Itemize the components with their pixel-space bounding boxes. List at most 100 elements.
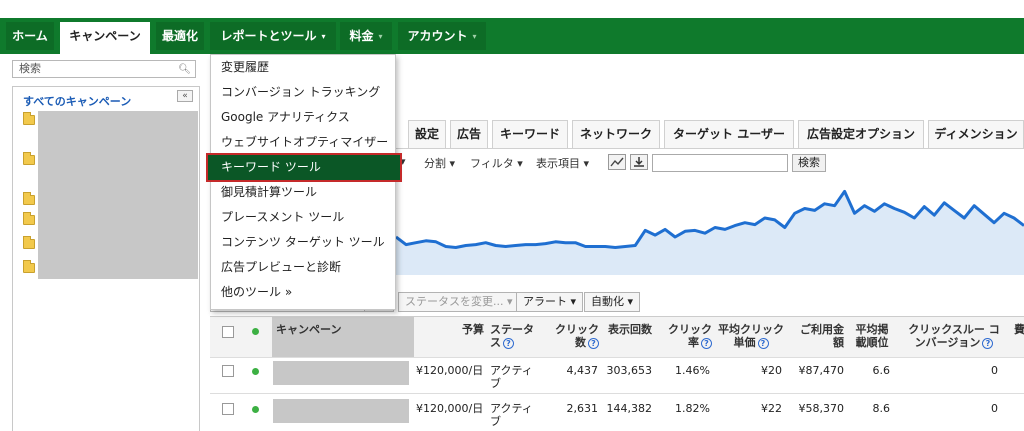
campaign-header[interactable]: キャンペーン [276, 317, 341, 357]
tab-ad-options[interactable]: 広告設定オプション [798, 120, 924, 148]
tab-settings[interactable]: 設定 [408, 120, 446, 148]
status-header-l2: ス [490, 336, 501, 349]
chevron-down-icon[interactable]: ▾ [400, 155, 406, 168]
status-header[interactable]: ステータス? [490, 317, 534, 357]
all-campaigns-link[interactable]: すべてのキャンペーン [23, 93, 131, 109]
cost-header-l2: 額 [833, 336, 844, 349]
nav-tab-home-label: ホーム [12, 29, 48, 43]
menu-item-placement-tool[interactable]: プレースメント ツール [211, 205, 395, 230]
folder-icon [23, 260, 35, 273]
status-change-button[interactable]: ステータスを変更... ▾ [398, 292, 520, 312]
nav-tab-billing-label: 料金 [349, 29, 374, 43]
pos-header-l2: 載順位 [855, 336, 889, 349]
campaign-tree-panel: すべてのキャンペーン « [12, 86, 200, 431]
row-checkbox[interactable] [222, 403, 234, 415]
campaign-search-placeholder: 検索 [19, 62, 41, 75]
cpc-cell: ¥22 [761, 402, 782, 415]
tab-network[interactable]: ネットワーク [572, 120, 660, 148]
impressions-cell: 144,382 [606, 402, 653, 415]
nav-tab-billing[interactable]: 料金 ▾ [340, 22, 392, 50]
cost-header[interactable]: ご利用金額 [796, 317, 844, 357]
clicks-cell: 2,631 [566, 402, 599, 415]
automate-button[interactable]: 自動化 ▾ [584, 292, 641, 312]
budget-cell: ¥120,000/日 [416, 402, 484, 415]
segment-menu[interactable]: 分割 ▾ [424, 155, 455, 171]
nav-tab-account[interactable]: アカウント ▾ [398, 22, 486, 50]
row-checkbox[interactable] [222, 365, 234, 377]
menu-item-more-tools[interactable]: 他のツール » [211, 280, 395, 305]
cpc-header[interactable]: 平均クリック 単価? [716, 317, 786, 357]
tab-target-users[interactable]: ターゲット ユーザー [664, 120, 794, 148]
alerts-button[interactable]: アラート ▾ [516, 292, 584, 312]
status-cell-l2: ブ [490, 377, 501, 390]
reports-tools-dropdown: 変更履歴 コンバージョン トラッキング Google アナリティクス ウェブサイ… [206, 54, 402, 310]
avg-position-cell: 8.6 [872, 402, 891, 415]
nav-tab-reports-tools[interactable]: レポートとツール ▾ [210, 22, 336, 50]
folder-icon [23, 112, 35, 125]
menu-item-change-history[interactable]: 変更履歴 [211, 55, 395, 80]
menu-item-ad-preview-diagnosis[interactable]: 広告プレビューと診断 [211, 255, 395, 280]
nav-tab-campaigns[interactable]: キャンペーン [60, 22, 150, 54]
status-dot-icon [252, 368, 259, 375]
avg-position-header[interactable]: 平均掲 載順位 [852, 317, 892, 357]
help-icon[interactable]: ? [757, 337, 769, 349]
folder-icon [23, 212, 35, 225]
collapse-panel-button[interactable]: « [177, 90, 193, 102]
cpc-header-l1: 平均クリック [718, 323, 784, 336]
folder-icon [23, 152, 35, 165]
clicks-cell: 4,437 [566, 364, 599, 377]
download-icon[interactable] [630, 154, 648, 170]
nav-tab-optimize[interactable]: 最適化 [156, 22, 204, 50]
nav-tab-reports-tools-label: レポートとツール [220, 29, 317, 43]
impressions-header[interactable]: 表示回数 [608, 317, 652, 357]
status-cell: アクティブ [490, 402, 533, 428]
columns-menu[interactable]: 表示項目 ▾ [536, 155, 589, 171]
help-icon[interactable]: ? [982, 337, 994, 349]
impressions-cell: 303,653 [606, 364, 653, 377]
redacted-campaign-name [273, 399, 409, 423]
search-icon[interactable]: 🔍︎ [178, 62, 191, 78]
folder-icon [23, 192, 35, 205]
help-icon[interactable]: ? [701, 337, 712, 349]
table-search-input[interactable] [652, 154, 788, 172]
nav-tab-home[interactable]: ホーム [6, 22, 54, 50]
campaign-subtabs: 設定 広告 キーワード ネットワーク ターゲット ユーザー 広告設定オプション … [398, 120, 1024, 148]
status-header-l1: ステータ [490, 323, 534, 336]
row-divider [210, 357, 1024, 358]
clicks-header[interactable]: クリック数? [551, 317, 599, 357]
clicks-header-l2: 数 [575, 336, 586, 349]
redacted-campaign-name [273, 361, 409, 385]
cost-more-header[interactable]: 費 [1014, 317, 1024, 357]
menu-item-traffic-estimator[interactable]: 御見積計算ツール [211, 180, 395, 205]
campaign-search-input[interactable]: 検索 🔍︎ [12, 60, 196, 78]
nav-tab-optimize-label: 最適化 [161, 29, 198, 43]
help-icon[interactable]: ? [503, 337, 514, 349]
filter-menu[interactable]: フィルタ ▾ [470, 155, 523, 171]
help-icon[interactable]: ? [588, 337, 599, 349]
menu-item-contextual-targeting-tool[interactable]: コンテンツ ターゲット ツール [211, 230, 395, 255]
conversions-header[interactable]: クリックスルー コンバージョン? [904, 317, 1004, 357]
menu-item-google-analytics[interactable]: Google アナリティクス [211, 105, 395, 130]
table-toolbar: ▾ 分割 ▾ フィルタ ▾ 表示項目 ▾ 検索 [396, 148, 1024, 178]
ctr-header[interactable]: クリック率? [664, 317, 712, 357]
status-cell-l2: ブ [490, 415, 501, 428]
tab-dimensions[interactable]: ディメンション [928, 120, 1024, 148]
ctr-header-l1: クリック [668, 323, 712, 336]
menu-item-website-optimizer[interactable]: ウェブサイトオプティマイザー [211, 130, 395, 155]
menu-item-conversion-tracking[interactable]: コンバージョン トラッキング [211, 80, 395, 105]
chart-icon[interactable] [608, 154, 626, 170]
chart-area-fill [396, 191, 1024, 275]
cost-header-l1: ご利用金 [800, 323, 844, 336]
nav-tab-account-label: アカウント [407, 29, 468, 43]
cost-cell: ¥87,470 [798, 364, 845, 377]
tab-ads[interactable]: 広告 [450, 120, 488, 148]
status-cell: アクティブ [490, 364, 533, 390]
budget-header[interactable]: 予算 [462, 317, 484, 357]
tab-keywords[interactable]: キーワード [492, 120, 568, 148]
cpc-cell: ¥20 [761, 364, 782, 377]
ctr-header-l2: 率 [688, 336, 699, 349]
ctr-cell: 1.46% [675, 364, 710, 377]
select-all-checkbox[interactable] [222, 326, 234, 338]
search-button[interactable]: 検索 [792, 154, 826, 172]
menu-item-keyword-tool[interactable]: キーワード ツール [206, 153, 402, 182]
